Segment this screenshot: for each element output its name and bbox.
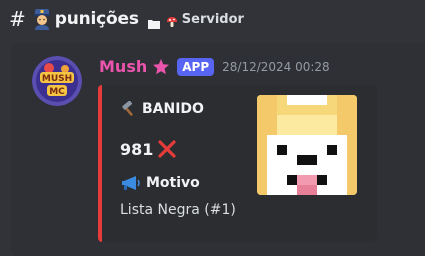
cross-mark-icon xyxy=(157,139,177,159)
hammer-icon xyxy=(120,100,136,117)
mushroom-icon xyxy=(166,13,178,27)
ban-count: 981 xyxy=(120,139,154,159)
timestamp: 28/12/2024 00:28 xyxy=(222,59,330,74)
channel-header: # punições Servidor xyxy=(0,0,425,38)
username[interactable]: Mush xyxy=(99,57,147,76)
avatar[interactable]: MUSH MC xyxy=(32,56,82,106)
count-row: 981 xyxy=(120,139,177,159)
message: MUSH MC Mush APP 28/12/2024 00:28 BANIDO xyxy=(11,43,425,256)
folder-icon xyxy=(147,14,160,29)
svg-text:MC: MC xyxy=(49,87,65,97)
svg-text:MUSH: MUSH xyxy=(42,74,72,84)
app-badge: APP xyxy=(177,57,215,76)
embed-title: BANIDO xyxy=(120,100,204,117)
megaphone-icon xyxy=(120,175,142,191)
server-label[interactable]: Servidor xyxy=(182,12,244,27)
field-value: Lista Negra (#1) xyxy=(120,202,236,218)
embed-title-text: BANIDO xyxy=(142,101,204,117)
police-officer-icon xyxy=(32,8,52,30)
channel-hash-icon: # xyxy=(9,7,26,31)
message-header: Mush APP 28/12/2024 00:28 xyxy=(99,57,330,76)
player-skin-thumbnail[interactable] xyxy=(257,95,357,195)
field-name-text: Motivo xyxy=(146,175,200,191)
channel-name[interactable]: punições xyxy=(55,9,139,29)
field-name: Motivo xyxy=(120,175,200,191)
star-icon xyxy=(152,58,170,76)
embed: BANIDO 981 Motivo Lista Negra (#1) xyxy=(98,85,377,242)
